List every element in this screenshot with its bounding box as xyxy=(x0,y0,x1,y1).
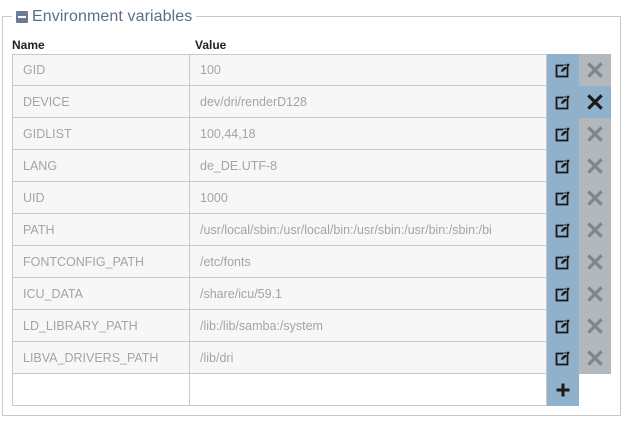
delete-icon xyxy=(587,158,603,174)
env-var-list: GID 100 DEVICE dev/dri/renderD128 GIDLIST 100… xyxy=(12,54,612,406)
env-var-row: LD_LIBRARY_PATH/lib:/lib/samba:/system xyxy=(12,310,612,342)
edit-icon xyxy=(555,254,571,270)
delete-icon xyxy=(587,62,603,78)
env-var-name-field[interactable]: UID xyxy=(12,182,190,214)
env-var-row: FONTCONFIG_PATH/etc/fonts xyxy=(12,246,612,278)
env-var-name-field[interactable]: DEVICE xyxy=(12,86,190,118)
edit-icon xyxy=(555,158,571,174)
env-var-name-field[interactable]: GID xyxy=(12,54,190,86)
env-var-name-field[interactable]: LD_LIBRARY_PATH xyxy=(12,310,190,342)
edit-button[interactable] xyxy=(547,54,579,86)
env-var-name-field[interactable]: FONTCONFIG_PATH xyxy=(12,246,190,278)
env-var-value-field[interactable]: dev/dri/renderD128 xyxy=(189,86,547,118)
env-var-name-field[interactable]: PATH xyxy=(12,214,190,246)
edit-icon xyxy=(555,62,571,78)
env-var-value-field[interactable]: 1000 xyxy=(189,182,547,214)
name-column-header: Name xyxy=(12,38,45,52)
edit-button[interactable] xyxy=(547,214,579,246)
edit-button[interactable] xyxy=(547,118,579,150)
env-var-name-field[interactable]: LIBVA_DRIVERS_PATH xyxy=(12,342,190,374)
delete-button[interactable] xyxy=(579,214,611,246)
edit-icon xyxy=(555,222,571,238)
panel-legend[interactable]: Environment variables xyxy=(12,7,197,27)
env-var-value-field[interactable]: de_DE.UTF-8 xyxy=(189,150,547,182)
edit-button[interactable] xyxy=(547,246,579,278)
edit-button[interactable] xyxy=(547,182,579,214)
env-var-name-field[interactable]: LANG xyxy=(12,150,190,182)
delete-icon xyxy=(587,126,603,142)
delete-icon xyxy=(587,94,603,110)
delete-button[interactable] xyxy=(579,150,611,182)
delete-button[interactable] xyxy=(579,342,611,374)
delete-icon xyxy=(587,190,603,206)
delete-icon xyxy=(587,318,603,334)
env-var-value-field[interactable]: 100 xyxy=(189,54,547,86)
env-var-value-field[interactable]: /share/icu/59.1 xyxy=(189,278,547,310)
value-column-header: Value xyxy=(195,38,227,52)
new-env-var-name-input[interactable] xyxy=(12,374,190,406)
add-env-var-button[interactable] xyxy=(547,374,579,406)
delete-icon xyxy=(587,286,603,302)
env-var-row: PATH/usr/local/sbin:/usr/local/bin:/usr/… xyxy=(12,214,612,246)
new-env-var-value-input[interactable] xyxy=(189,374,547,406)
env-var-value-field[interactable]: /lib/dri xyxy=(189,342,547,374)
edit-button[interactable] xyxy=(547,342,579,374)
edit-icon xyxy=(555,190,571,206)
edit-icon xyxy=(555,126,571,142)
env-var-row: GIDLIST 100,44,18 xyxy=(12,118,612,150)
env-var-value-field[interactable]: /lib:/lib/samba:/system xyxy=(189,310,547,342)
panel-title: Environment variables xyxy=(32,8,193,25)
edit-icon xyxy=(555,286,571,302)
edit-button[interactable] xyxy=(547,86,579,118)
delete-icon xyxy=(587,254,603,270)
env-var-value-field[interactable]: 100,44,18 xyxy=(189,118,547,150)
edit-icon xyxy=(555,350,571,366)
edit-icon xyxy=(555,94,571,110)
env-var-name-field[interactable]: ICU_DATA xyxy=(12,278,190,310)
edit-button[interactable] xyxy=(547,310,579,342)
delete-icon xyxy=(587,222,603,238)
env-var-row: LIBVA_DRIVERS_PATH/lib/dri xyxy=(12,342,612,374)
env-var-row: UID 1000 xyxy=(12,182,612,214)
env-var-row: DEVICE dev/dri/renderD128 xyxy=(12,86,612,118)
env-var-value-field[interactable]: /etc/fonts xyxy=(189,246,547,278)
delete-button[interactable] xyxy=(579,278,611,310)
env-var-row: ICU_DATA/share/icu/59.1 xyxy=(12,278,612,310)
delete-button[interactable] xyxy=(579,246,611,278)
new-env-var-row xyxy=(12,374,612,406)
edit-button[interactable] xyxy=(547,278,579,310)
collapse-minus-icon[interactable] xyxy=(16,11,28,23)
env-var-row: LANG de_DE.UTF-8 xyxy=(12,150,612,182)
edit-icon xyxy=(555,318,571,334)
delete-button[interactable] xyxy=(579,54,611,86)
delete-button[interactable] xyxy=(579,86,611,118)
delete-icon xyxy=(587,350,603,366)
delete-button[interactable] xyxy=(579,118,611,150)
env-var-row: GID 100 xyxy=(12,54,612,86)
delete-button[interactable] xyxy=(579,182,611,214)
env-var-value-field[interactable]: /usr/local/sbin:/usr/local/bin:/usr/sbin… xyxy=(189,214,547,246)
delete-button[interactable] xyxy=(579,310,611,342)
plus-icon xyxy=(555,382,571,398)
edit-button[interactable] xyxy=(547,150,579,182)
env-var-name-field[interactable]: GIDLIST xyxy=(12,118,190,150)
